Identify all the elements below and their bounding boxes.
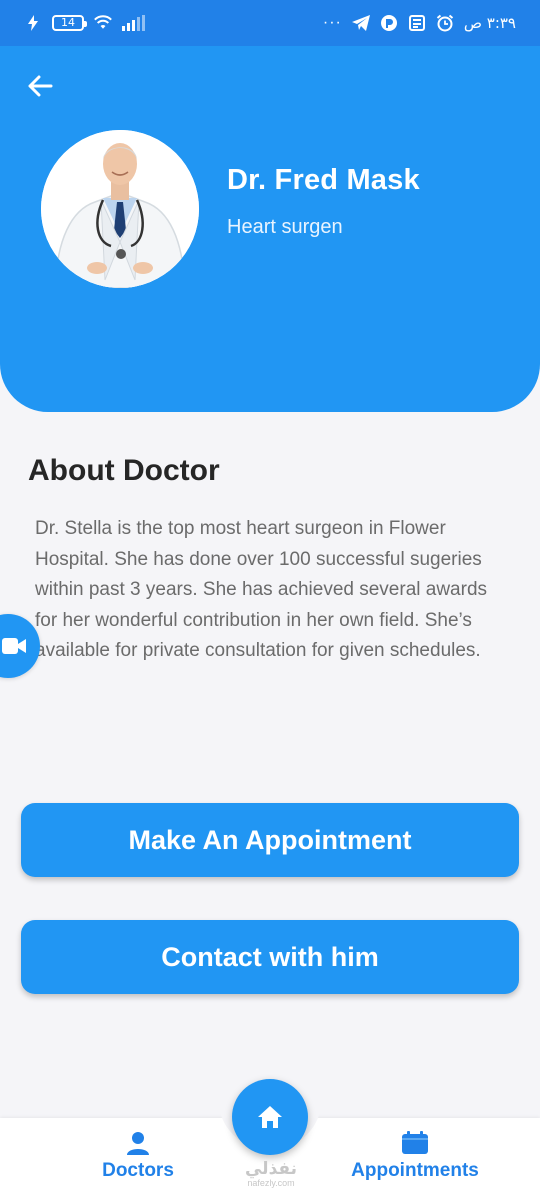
wifi-icon (94, 14, 112, 32)
video-camera-icon (2, 638, 26, 654)
arrow-left-icon (28, 75, 53, 97)
about-title: About Doctor (28, 454, 220, 487)
person-icon (127, 1132, 149, 1155)
home-icon (258, 1106, 282, 1128)
news-icon (408, 14, 426, 32)
status-time: ٣:٣٩ ص (463, 14, 516, 32)
more-notifications-icon: ··· (322, 14, 342, 31)
watermark-arabic: نفذلي (244, 1159, 298, 1179)
doctor-avatar (41, 130, 199, 288)
nav-label-doctors: Doctors (102, 1160, 174, 1181)
nav-label-appointments: Appointments (351, 1160, 479, 1181)
doctor-name: Dr. Fred Mask (227, 164, 420, 196)
battery-icon: 14 (52, 15, 87, 31)
make-appointment-button[interactable]: Make An Appointment (21, 803, 519, 877)
signal-icon (122, 15, 145, 31)
back-button[interactable] (20, 68, 60, 104)
battery-level: 14 (61, 16, 75, 29)
app-notification-icon (380, 14, 398, 32)
nav-item-appointments[interactable]: Appointments (345, 1130, 485, 1182)
video-call-button[interactable] (0, 614, 40, 678)
calendar-icon (402, 1131, 428, 1154)
doctor-specialty: Heart surgen (227, 216, 343, 238)
nav-item-doctors[interactable]: Doctors (96, 1130, 180, 1182)
watermark-latin: nafezly.com (247, 1178, 295, 1188)
status-bar: 14 ··· ٣:٣٩ ص (0, 0, 540, 46)
alarm-icon (436, 14, 454, 32)
contact-button[interactable]: Contact with him (21, 920, 519, 994)
watermark: نفذلي nafezly.com (236, 1160, 306, 1188)
status-right: ··· ٣:٣٩ ص (323, 14, 516, 32)
home-button[interactable] (232, 1079, 308, 1155)
about-description: Dr. Stella is the top most heart surgeon… (35, 518, 488, 661)
status-left: 14 (24, 14, 145, 32)
doctor-header: Dr. Fred Mask Heart surgen (0, 46, 540, 412)
charging-icon (24, 14, 42, 32)
telegram-icon (351, 14, 370, 32)
